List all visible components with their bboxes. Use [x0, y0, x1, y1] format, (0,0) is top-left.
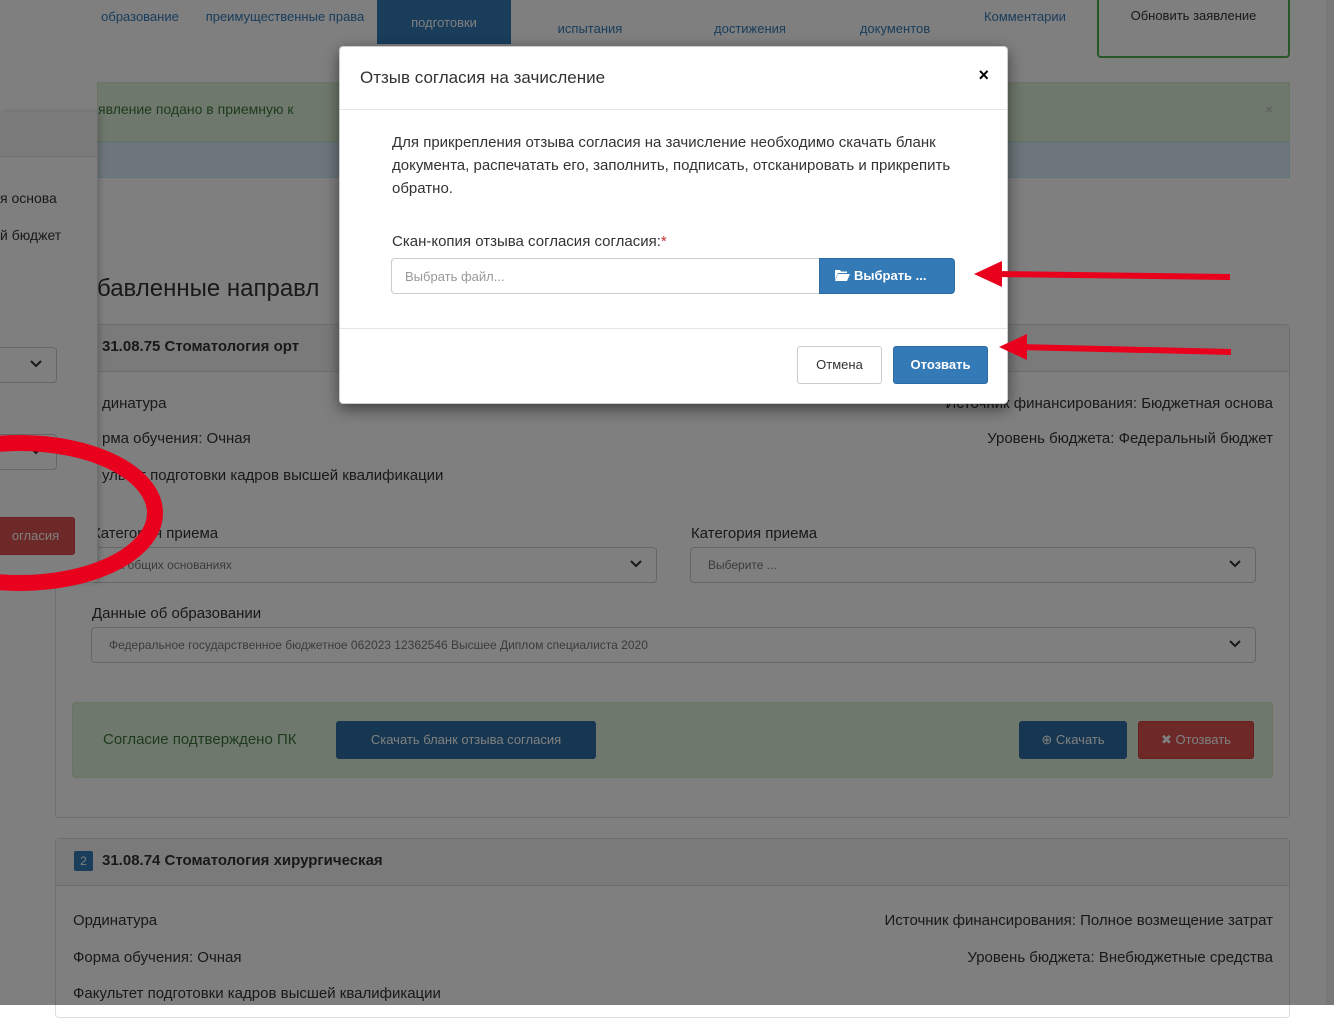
modal-title: Отзыв согласия на зачисление — [360, 68, 606, 87]
confirm-revoke-button[interactable]: Отозвать — [893, 346, 988, 384]
file-label-text: Скан-копия отзыва согласия согласия: — [392, 233, 661, 250]
file-placeholder: Выбрать файл... — [405, 269, 505, 284]
modal-footer: Отмена Отозвать — [340, 328, 1007, 403]
cancel-button[interactable]: Отмена — [797, 346, 882, 384]
choose-file-label: Выбрать ... — [854, 268, 927, 283]
close-icon[interactable]: × — [978, 65, 989, 86]
annotation-ellipse — [0, 435, 163, 591]
file-field-label: Скан-копия отзыва согласия согласия:* — [392, 233, 667, 250]
modal-header: Отзыв согласия на зачисление × — [340, 47, 1007, 110]
folder-open-icon — [835, 270, 850, 281]
arrow-left-icon — [999, 334, 1232, 360]
required-mark: * — [660, 233, 667, 250]
choose-file-button[interactable]: Выбрать ... — [819, 258, 955, 294]
revoke-consent-modal: Отзыв согласия на зачисление × Для прикр… — [339, 46, 1008, 404]
modal-instructions: Для прикрепления отзыва согласия на зачи… — [392, 134, 951, 197]
arrow-left-icon — [974, 261, 1231, 287]
file-input[interactable]: Выбрать файл... — [391, 258, 821, 294]
